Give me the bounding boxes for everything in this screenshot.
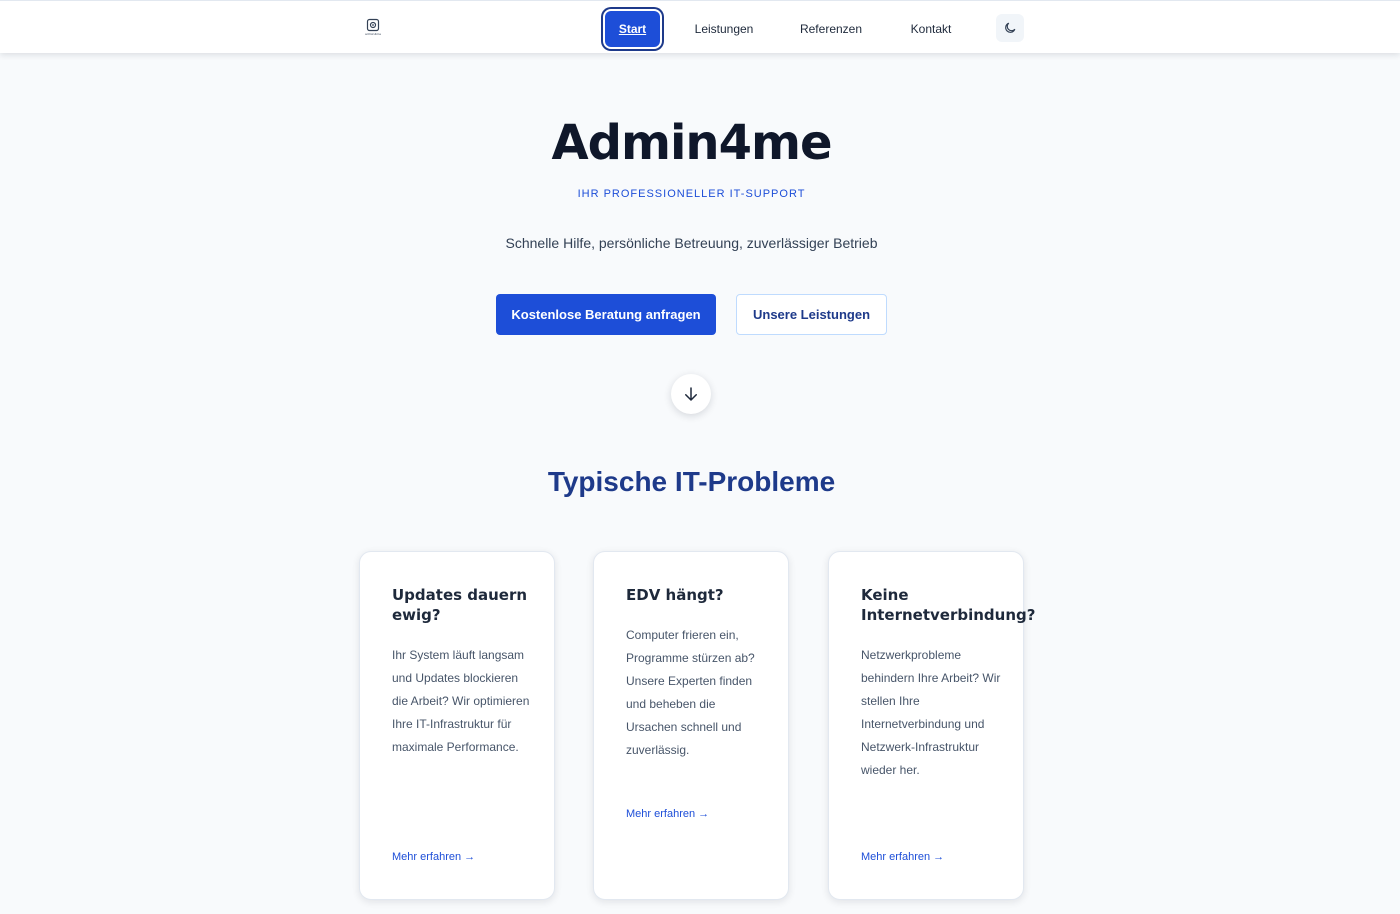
moon-icon <box>1005 22 1016 33</box>
theme-toggle-button[interactable] <box>996 14 1024 42</box>
nav-referenzen[interactable]: Referenzen <box>797 11 865 47</box>
problem-card: EDV hängt? Computer frieren ein, Program… <box>593 551 789 900</box>
card-title: Updates dauern ewig? <box>392 586 528 624</box>
card-text: Netzwerkprobleme behindern Ihre Arbeit? … <box>861 648 1001 777</box>
problem-card: Updates dauern ewig? Ihr System läuft la… <box>359 551 555 900</box>
logo-text: admin4me <box>364 32 382 36</box>
more-link[interactable]: Mehr erfahren → <box>392 851 475 863</box>
logo[interactable]: admin4me <box>363 18 383 38</box>
logo-icon <box>366 18 380 32</box>
card-title: EDV hängt? <box>626 586 724 604</box>
hero-subtitle: Schnelle Hilfe, persönliche Betreuung, z… <box>505 235 878 251</box>
card-title: Keine Internetverbindung? <box>861 586 1036 624</box>
more-link[interactable]: Mehr erfahren → <box>626 808 709 820</box>
consultation-button[interactable]: Kostenlose Beratung anfragen <box>496 294 716 335</box>
arrow-down-icon <box>685 387 697 401</box>
section-title: Typische IT-Probleme <box>547 466 836 497</box>
nav-leistungen[interactable]: Leistungen <box>689 11 759 47</box>
hero-tagline: IHR PROFESSIONELLER IT-SUPPORT <box>577 188 806 200</box>
nav-start[interactable]: Start <box>605 11 660 47</box>
scroll-down-button[interactable] <box>671 374 711 414</box>
card-text: Ihr System läuft langsam und Updates blo… <box>392 648 530 754</box>
problem-card: Keine Internetverbindung? Netzwerkproble… <box>828 551 1036 900</box>
site-header: admin4me Start Leistungen Referenzen Kon… <box>0 0 1400 53</box>
nav-kontakt[interactable]: Kontakt <box>903 11 959 47</box>
hero-title: Admin4me <box>551 115 832 171</box>
card-text: Computer frieren ein, Programme stürzen … <box>626 628 755 757</box>
more-link[interactable]: Mehr erfahren → <box>861 851 944 863</box>
services-button[interactable]: Unsere Leistungen <box>736 294 887 335</box>
